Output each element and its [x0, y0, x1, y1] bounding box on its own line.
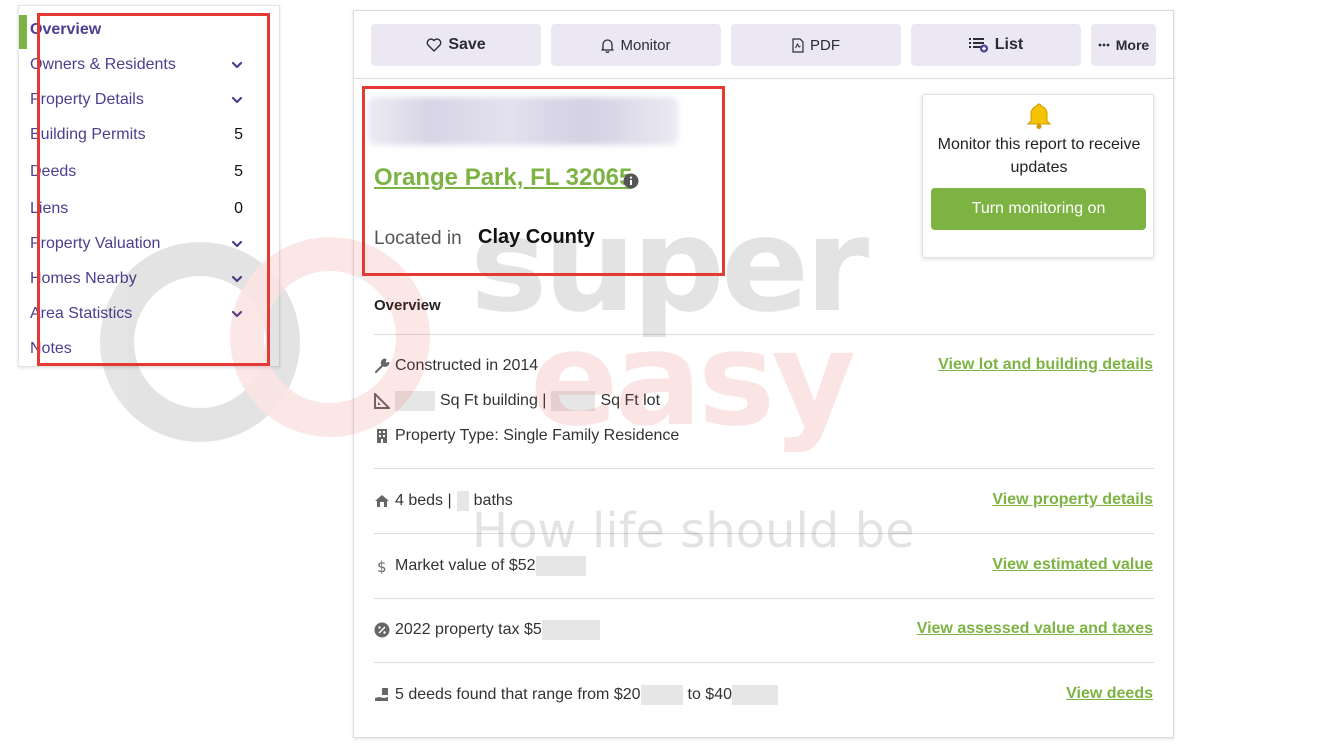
chevron-down-icon	[230, 58, 244, 72]
sidebar-item-label: Property Valuation	[30, 235, 161, 252]
sidebar-item-property-valuation[interactable]: Property Valuation	[30, 232, 244, 256]
beds-baths-text: 4 beds | baths	[374, 490, 513, 512]
chevron-down-icon	[230, 93, 244, 107]
sidebar-item-liens[interactable]: Liens 0	[30, 197, 244, 221]
sqft-text: Sq Ft building | Sq Ft lot	[374, 390, 660, 412]
sidebar-item-area-statistics[interactable]: Area Statistics	[30, 302, 244, 326]
monitor-button[interactable]: Monitor	[551, 24, 721, 66]
heart-icon	[426, 38, 442, 52]
overview-section-title: Overview	[374, 297, 441, 314]
svg-text:$: $	[377, 558, 387, 574]
more-button[interactable]: More	[1091, 24, 1156, 66]
located-in-label: Located in	[374, 228, 462, 249]
redacted-value	[535, 556, 586, 576]
view-deeds-link[interactable]: View deeds	[1066, 685, 1153, 703]
view-estimated-value-link[interactable]: View estimated value	[992, 556, 1153, 574]
active-indicator	[19, 15, 27, 49]
list-button[interactable]: List	[911, 24, 1081, 66]
report-main-card: Save Monitor PDF List More Orange Park, …	[353, 10, 1175, 738]
property-type-text: Property Type: Single Family Residence	[374, 425, 679, 447]
sidebar-item-building-permits[interactable]: Building Permits 5	[30, 123, 244, 147]
redacted-street-address	[368, 97, 678, 145]
section-divider	[374, 334, 1154, 335]
row-divider	[374, 662, 1154, 663]
sidebar-item-owners-residents[interactable]: Owners & Residents	[30, 53, 244, 77]
ruler-triangle-icon	[374, 393, 390, 409]
county-name: Clay County	[478, 226, 595, 248]
toolbar-divider	[354, 78, 1175, 79]
sidebar-item-overview[interactable]: Overview	[30, 18, 244, 42]
view-lot-building-details-link[interactable]: View lot and building details	[938, 356, 1153, 374]
sidebar-item-deeds[interactable]: Deeds 5	[30, 160, 244, 184]
sidebar-item-homes-nearby[interactable]: Homes Nearby	[30, 267, 244, 291]
row-divider	[374, 468, 1154, 469]
sidebar-item-label: Notes	[30, 340, 72, 357]
bell-icon	[1025, 102, 1053, 130]
chevron-down-icon	[230, 237, 244, 251]
more-dots-icon	[1098, 43, 1110, 47]
percent-badge-icon	[374, 622, 390, 638]
deeds-range-text: 5 deeds found that range from $20 to $40	[374, 684, 778, 706]
property-tax-text: 2022 property tax $5	[374, 619, 600, 641]
constructed-year-text: Constructed in 2014	[374, 355, 538, 377]
market-value-text: $ Market value of $52	[374, 555, 586, 577]
hand-document-icon	[374, 687, 390, 703]
sidebar-item-label: Owners & Residents	[30, 56, 176, 73]
sidebar-item-label: Homes Nearby	[30, 270, 137, 287]
monitor-prompt-text: Monitor this report to receive updates	[937, 136, 1141, 176]
view-property-details-link[interactable]: View property details	[992, 491, 1153, 509]
dollar-icon: $	[374, 558, 390, 574]
view-assessed-value-taxes-link[interactable]: View assessed value and taxes	[917, 620, 1153, 638]
city-state-zip-link[interactable]: Orange Park, FL 32065	[374, 164, 632, 192]
sidebar-item-label: Liens	[30, 200, 69, 217]
chevron-down-icon	[230, 272, 244, 286]
pdf-button[interactable]: PDF	[731, 24, 901, 66]
row-divider	[374, 598, 1154, 599]
redacted-value	[395, 391, 435, 411]
monitor-prompt-card: Monitor this report to receive updates T…	[922, 94, 1154, 258]
save-button[interactable]: Save	[371, 24, 541, 66]
row-divider	[374, 533, 1154, 534]
wrench-icon	[374, 358, 390, 374]
house-people-icon	[374, 493, 390, 509]
sidebar-item-property-details[interactable]: Property Details	[30, 88, 244, 112]
list-add-icon	[968, 37, 989, 53]
redacted-value	[541, 620, 600, 640]
bell-outline-icon	[601, 38, 615, 53]
sidebar-item-label: Area Statistics	[30, 305, 133, 322]
redacted-value	[640, 685, 683, 705]
sidebar-item-label: Overview	[30, 21, 102, 38]
sidebar-item-notes[interactable]: Notes	[30, 337, 244, 361]
redacted-value	[551, 391, 596, 411]
sidebar-item-label: Deeds	[30, 163, 77, 180]
building-icon	[374, 428, 390, 444]
sidebar-item-label: Building Permits	[30, 126, 146, 143]
turn-monitoring-on-button[interactable]: Turn monitoring on	[931, 188, 1146, 230]
sidebar-item-label: Property Details	[30, 91, 144, 108]
deeds-count: 5	[234, 163, 243, 180]
info-icon[interactable]	[623, 173, 639, 189]
liens-count: 0	[234, 200, 243, 217]
redacted-value	[456, 491, 469, 511]
chevron-down-icon	[230, 307, 244, 321]
building-permits-count: 5	[234, 126, 243, 143]
redacted-value	[732, 685, 778, 705]
pdf-file-icon	[792, 37, 804, 53]
